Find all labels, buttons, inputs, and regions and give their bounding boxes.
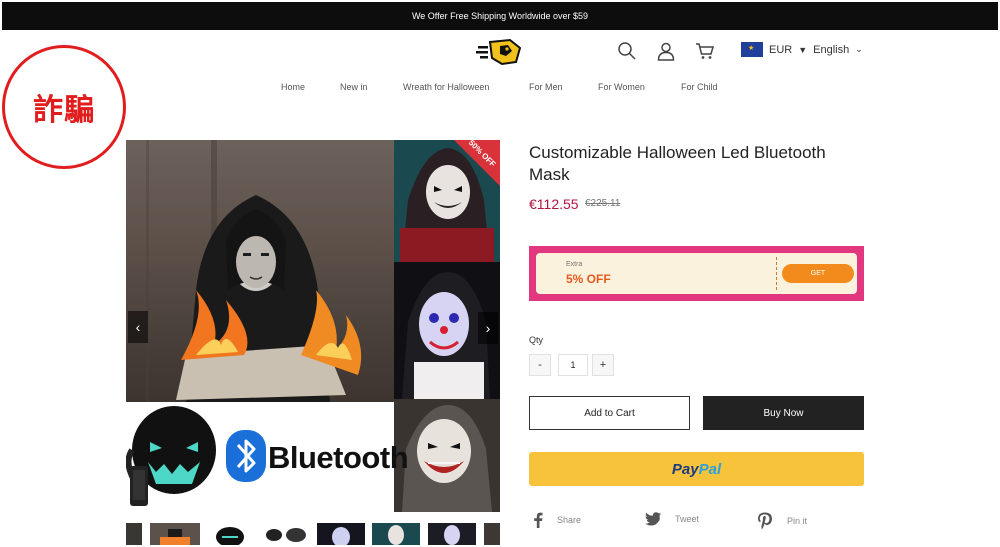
bluetooth-icon — [226, 430, 266, 482]
strip-thumb-0[interactable] — [126, 523, 142, 545]
pin-label: Pin it — [787, 516, 808, 526]
search-icon[interactable] — [617, 41, 637, 61]
nav-wreath-for-halloween[interactable]: Wreath for Halloween — [403, 82, 489, 92]
strip-thumb-5[interactable] — [372, 523, 420, 545]
gallery-next-button[interactable]: › — [478, 312, 498, 344]
coupon-label: Extra — [566, 261, 583, 268]
nav-for-women[interactable]: For Women — [598, 82, 645, 92]
currency-label[interactable]: EUR — [769, 44, 792, 56]
thumbnail-image-2[interactable]: › — [394, 262, 500, 399]
nav-new-in[interactable]: New in — [340, 82, 368, 92]
hooded-figure-image — [146, 140, 362, 402]
product-old-price: €225.11 — [585, 198, 621, 209]
quantity-label: Qty — [529, 335, 544, 345]
share-label: Share — [557, 515, 582, 525]
thumbnail-image-3[interactable] — [394, 399, 500, 512]
nav-for-child[interactable]: For Child — [681, 82, 718, 92]
nav-for-men[interactable]: For Men — [529, 82, 563, 92]
product-price: €112.55 — [529, 196, 579, 212]
quantity-increase-button[interactable]: + — [592, 354, 614, 376]
chevron-down-icon: ⌄ — [855, 44, 863, 54]
main-product-image[interactable]: ‹ — [126, 140, 394, 402]
quantity-input[interactable] — [558, 354, 588, 376]
quantity-decrease-button[interactable]: - — [529, 354, 551, 376]
chevron-right-icon: › — [485, 320, 491, 336]
strip-thumb-2[interactable] — [208, 523, 256, 545]
strip-thumb-1[interactable] — [150, 523, 200, 545]
facebook-icon — [534, 512, 543, 528]
paypal-logo-part-2: Pal — [698, 460, 722, 478]
scam-stamp: 詐騙 — [2, 45, 126, 169]
coupon-get-button[interactable]: GET — [782, 264, 854, 283]
share-facebook[interactable]: Share — [533, 512, 581, 528]
announcement-bar: We Offer Free Shipping Worldwide over $5… — [2, 2, 998, 30]
nav-home[interactable]: Home — [281, 82, 305, 92]
thumbnail-image-1[interactable]: 50% OFF — [394, 140, 500, 262]
share-pinterest[interactable]: Pin it — [757, 512, 807, 530]
coupon-divider — [776, 257, 777, 290]
main-nav: Home New in Wreath for Halloween For Men… — [0, 82, 1000, 94]
share-twitter[interactable]: Tweet — [645, 512, 699, 526]
coupon-discount: 5% OFF — [566, 272, 611, 286]
chevron-down-icon: ▼ — [798, 44, 808, 55]
gallery-prev-button[interactable]: ‹ — [128, 311, 148, 343]
strip-thumb-3[interactable] — [262, 523, 310, 545]
strip-thumb-6[interactable] — [428, 523, 476, 545]
tweet-label: Tweet — [675, 514, 700, 524]
pinterest-icon — [758, 512, 772, 530]
language-label[interactable]: English — [813, 44, 849, 56]
paypal-logo-part-1: Pay — [671, 460, 699, 478]
currency-language-selector[interactable]: EUR ▼ English ⌄ — [741, 42, 863, 57]
brand-logo-icon[interactable] — [476, 36, 524, 68]
buy-now-button[interactable]: Buy Now — [703, 396, 864, 430]
eu-flag-icon — [741, 42, 763, 57]
twitter-icon — [645, 512, 661, 526]
coupon-banner: Extra 5% OFF GET — [529, 246, 864, 301]
announcement-text: We Offer Free Shipping Worldwide over $5… — [411, 11, 589, 21]
product-title: Customizable Halloween Led Bluetooth Mas… — [529, 143, 826, 184]
cart-icon[interactable] — [695, 41, 715, 61]
user-icon[interactable] — [656, 41, 676, 61]
grin-mask-figure-image — [402, 405, 492, 512]
add-to-cart-button[interactable]: Add to Cart — [529, 396, 690, 430]
strip-thumb-4[interactable] — [317, 523, 365, 545]
coupon-ticket: Extra 5% OFF GET — [536, 253, 857, 294]
bluetooth-label: Bluetooth — [268, 440, 409, 475]
chevron-left-icon: ‹ — [135, 319, 141, 335]
strip-thumb-7[interactable] — [484, 523, 500, 545]
paypal-button[interactable]: Pay Pal — [529, 452, 864, 486]
